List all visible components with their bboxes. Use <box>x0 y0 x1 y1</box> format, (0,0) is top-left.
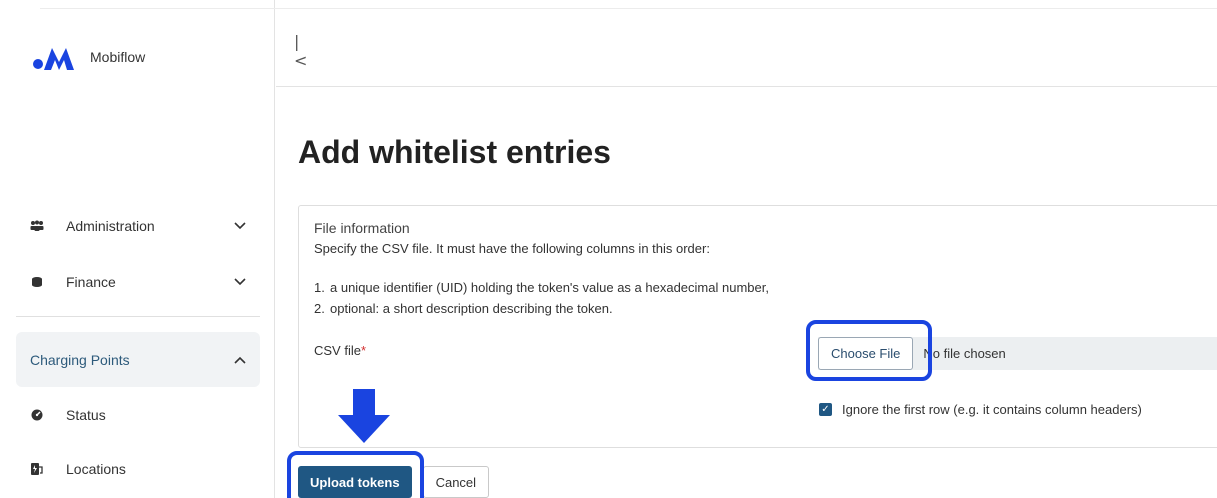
sidebar-item-label: Administration <box>66 218 155 234</box>
cancel-button[interactable]: Cancel <box>422 466 490 498</box>
mobiflow-logo-icon <box>33 48 74 70</box>
required-marker: * <box>360 343 367 358</box>
sidebar-item-label: Status <box>66 407 106 423</box>
panel-description: Specify the CSV file. It must have the f… <box>314 241 710 256</box>
list-item: 1. a unique identifier (UID) holding the … <box>314 280 769 295</box>
sidebar-item-label: Charging Points <box>30 351 130 368</box>
sidebar-item-finance[interactable]: Finance <box>16 262 260 302</box>
panel-title: File information <box>314 220 410 236</box>
sidebar-item-administration[interactable]: Administration <box>16 206 260 246</box>
upload-highlight <box>287 451 424 498</box>
arrow-down-icon <box>338 389 390 443</box>
page-title: Add whitelist entries <box>298 134 611 170</box>
collapse-left-icon[interactable]: |< <box>294 32 312 70</box>
sidebar-item-locations[interactable]: Locations <box>16 449 260 489</box>
users-icon <box>30 219 44 233</box>
sidebar-item-charging-points[interactable]: Charging Points <box>16 332 260 387</box>
top-bar: |< <box>276 8 1217 87</box>
brand-name: Mobiflow <box>90 49 146 65</box>
sidebar-item-label: Finance <box>66 274 116 290</box>
ignore-first-row-option[interactable]: ✓ Ignore the first row (e.g. it contains… <box>819 402 1142 417</box>
column-list: 1. a unique identifier (UID) holding the … <box>314 280 769 322</box>
gauge-icon <box>30 408 44 422</box>
coins-icon <box>30 275 44 289</box>
file-information-panel: File information Specify the CSV file. I… <box>298 205 1217 448</box>
chevron-down-icon <box>234 276 246 288</box>
brand[interactable]: Mobiflow <box>32 42 145 72</box>
sidebar-item-label: Locations <box>66 461 126 477</box>
charging-station-icon <box>30 462 44 476</box>
choose-file-highlight <box>806 320 932 381</box>
file-status: No file chosen <box>923 346 1006 361</box>
ignore-first-row-checkbox[interactable]: ✓ <box>819 403 832 416</box>
chevron-up-icon <box>234 354 246 366</box>
ignore-first-row-label: Ignore the first row (e.g. it contains c… <box>842 402 1142 417</box>
chevron-down-icon <box>234 220 246 232</box>
sidebar-divider <box>16 316 260 317</box>
csv-file-label: CSV file* <box>314 343 367 358</box>
sidebar-item-status[interactable]: Status <box>16 395 260 435</box>
sidebar: Mobiflow Administration Finance Charging… <box>0 0 275 498</box>
list-item: 2. optional: a short description describi… <box>314 301 613 316</box>
